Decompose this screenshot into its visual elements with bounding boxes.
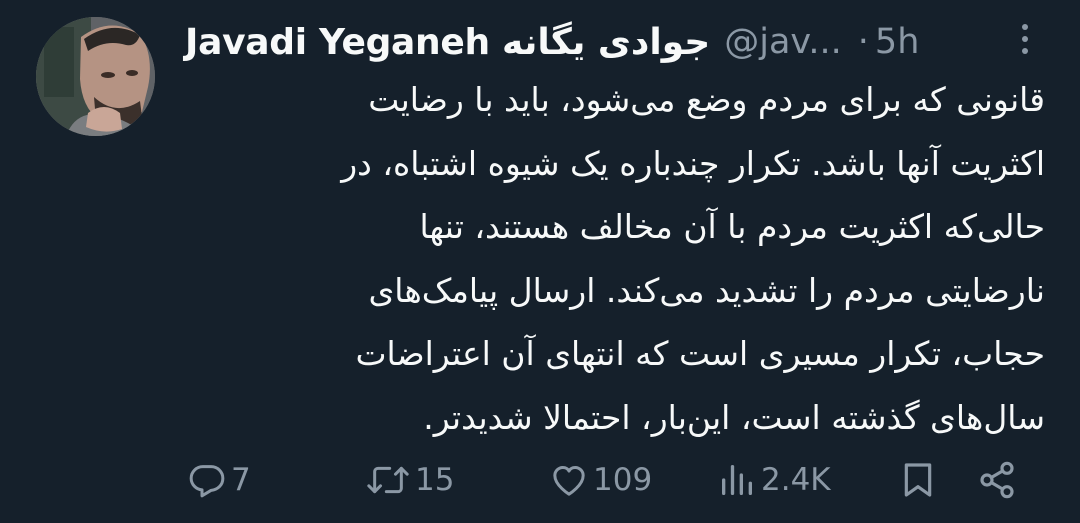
bookmark-button[interactable] bbox=[898, 450, 938, 510]
tweet-card[interactable]: Javadi Yeganeh جوادی یگانه @jav... · 5h … bbox=[0, 0, 1080, 523]
tweet-header: Javadi Yeganeh جوادی یگانه @jav... · 5h bbox=[185, 14, 1040, 70]
display-name[interactable]: Javadi Yeganeh جوادی یگانه bbox=[185, 22, 711, 63]
reply-button[interactable]: 7 bbox=[187, 450, 251, 510]
views-button[interactable]: 2.4K bbox=[717, 450, 831, 510]
heart-icon bbox=[549, 460, 589, 500]
avatar[interactable] bbox=[36, 17, 155, 136]
more-options-icon[interactable] bbox=[1018, 24, 1032, 64]
separator-dot: · bbox=[857, 22, 869, 62]
share-icon bbox=[977, 460, 1017, 500]
profile-photo-icon bbox=[36, 17, 155, 136]
action-bar: 7 15 109 2.4K bbox=[185, 450, 1045, 510]
reply-count: 7 bbox=[231, 462, 251, 498]
like-count: 109 bbox=[593, 462, 653, 498]
user-handle[interactable]: @jav... bbox=[724, 22, 842, 62]
bookmark-icon bbox=[898, 460, 938, 500]
views-count: 2.4K bbox=[761, 462, 831, 498]
retweet-icon bbox=[365, 460, 411, 500]
tweet-text: قانونی که برای مردم وضع می‌شود، باید با … bbox=[185, 68, 1045, 449]
tweet-text-line: نارضایتی مردم را تشدید می‌کند. ارسال پیا… bbox=[368, 270, 1045, 310]
more-dot bbox=[1022, 24, 1028, 30]
views-icon bbox=[717, 460, 757, 500]
like-button[interactable]: 109 bbox=[549, 450, 652, 510]
share-button[interactable] bbox=[977, 450, 1017, 510]
tweet-text-line: اکثریت آنها باشد. تکرار چندباره یک شیوه … bbox=[341, 143, 1045, 183]
tweet-text-line: قانونی که برای مردم وضع می‌شود، باید با … bbox=[368, 80, 1045, 119]
retweet-button[interactable]: 15 bbox=[365, 450, 454, 510]
timestamp[interactable]: 5h bbox=[875, 22, 919, 62]
more-dot bbox=[1022, 48, 1028, 54]
reply-icon bbox=[187, 460, 227, 500]
tweet-text-line: سال‌های گذشته است، این‌بار، احتمالا شدید… bbox=[423, 397, 1045, 437]
tweet-text-line: حجاب، تکرار مسیری است که انتهای آن اعترا… bbox=[355, 334, 1045, 373]
retweet-count: 15 bbox=[415, 462, 455, 498]
more-dot bbox=[1022, 36, 1028, 42]
tweet-text-line: حالی‌که اکثریت مردم با آن مخالف هستند، ت… bbox=[419, 207, 1045, 246]
